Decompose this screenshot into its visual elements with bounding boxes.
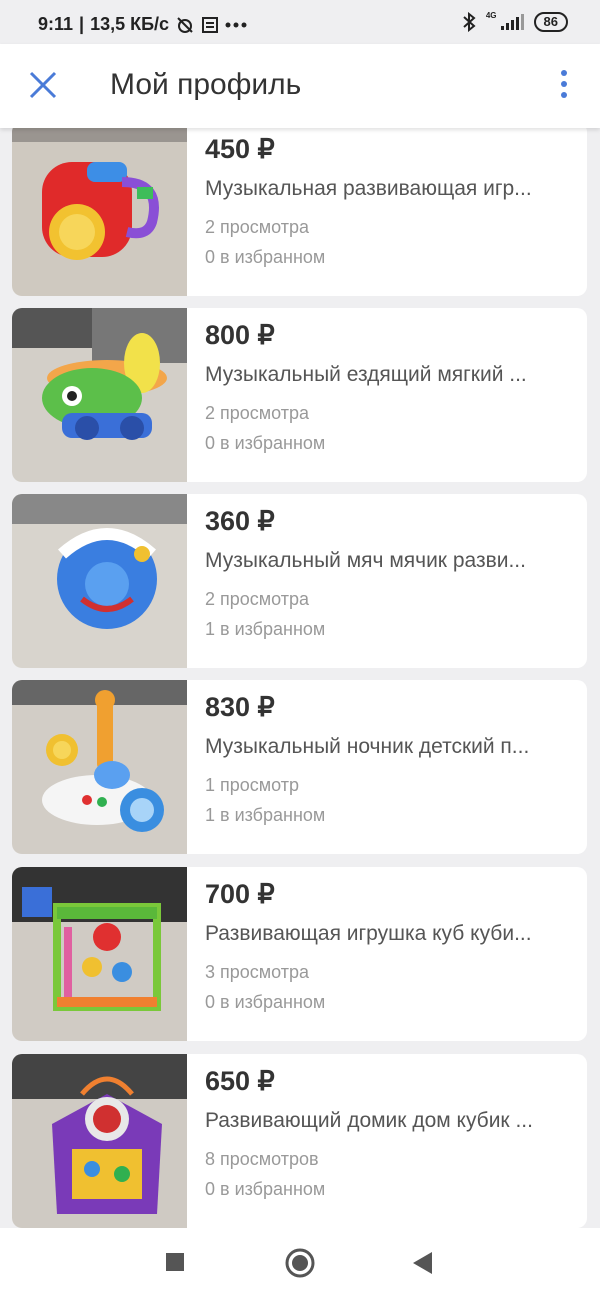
listing-photo	[12, 308, 187, 482]
listing-favorites: 0 в избранном	[205, 433, 326, 453]
listing-photo	[12, 494, 187, 668]
page-title: Мой профиль	[110, 68, 302, 101]
listing-photo	[12, 867, 187, 1041]
circle-icon	[285, 1248, 315, 1278]
listing-title: Музыкальный ездящий мягкий ...	[205, 363, 527, 386]
status-right: 4G 86	[462, 12, 568, 32]
listing-price: 700 ₽	[205, 879, 275, 909]
listing-views: 2 просмотра	[205, 217, 310, 237]
status-time: 9:11	[38, 14, 74, 34]
listing-favorites: 0 в избранном	[205, 992, 326, 1012]
listings-list[interactable]: 450 ₽ Музыкальная развивающая игр... 2 п…	[0, 128, 600, 1228]
listing-photo	[12, 1054, 187, 1228]
listing-card[interactable]: 800 ₽ Музыкальный ездящий мягкий ... 2 п…	[12, 308, 587, 482]
listing-card[interactable]: 830 ₽ Музыкальный ночник детский п... 1 …	[12, 680, 587, 854]
more-options-button[interactable]	[552, 68, 576, 104]
recents-button[interactable]	[163, 1250, 187, 1279]
listing-favorites: 1 в избранном	[205, 619, 326, 639]
status-separator: |	[79, 14, 85, 34]
listing-favorites: 1 в избранном	[205, 805, 326, 825]
status-net-speed: 13,5 КБ/с	[90, 14, 170, 34]
listing-title: Развивающий домик дом кубик ...	[205, 1109, 533, 1132]
signal-icon	[500, 14, 524, 30]
square-icon	[166, 1253, 184, 1271]
listing-views: 2 просмотра	[205, 589, 310, 609]
bluetooth-icon	[463, 12, 476, 32]
network-type: 4G	[485, 11, 497, 20]
status-left: 9:11 | 13,5 КБ/с	[38, 14, 247, 35]
close-button[interactable]	[26, 68, 60, 102]
listing-title: Музыкальный мяч мячик разви...	[205, 549, 526, 572]
listing-photo	[12, 680, 187, 854]
back-button[interactable]	[410, 1250, 434, 1281]
news-icon	[202, 16, 219, 33]
listing-views: 2 просмотра	[205, 403, 310, 423]
listing-views: 3 просмотра	[205, 962, 310, 982]
listing-price: 450 ₽	[205, 134, 275, 164]
listing-views: 8 просмотров	[205, 1149, 319, 1169]
listing-price: 800 ₽	[205, 320, 275, 350]
listing-price: 830 ₽	[205, 692, 275, 722]
app-bar: Мой профиль	[0, 44, 600, 128]
battery-indicator: 86	[533, 12, 568, 32]
close-icon	[29, 71, 57, 99]
listing-card[interactable]: 360 ₽ Музыкальный мяч мячик разви... 2 п…	[12, 494, 587, 668]
triangle-back-icon	[413, 1252, 432, 1274]
listing-title: Музыкальная развивающая игр...	[205, 177, 532, 200]
more-vert-icon	[561, 70, 567, 98]
system-nav-bar	[0, 1228, 600, 1299]
listing-photo	[12, 128, 187, 296]
listing-card[interactable]: 650 ₽ Развивающий домик дом кубик ... 8 …	[12, 1054, 587, 1228]
listing-price: 360 ₽	[205, 506, 275, 536]
listing-price: 650 ₽	[205, 1066, 275, 1096]
listing-card[interactable]: 700 ₽ Развивающая игрушка куб куби... 3 …	[12, 867, 587, 1041]
listing-card[interactable]: 450 ₽ Музыкальная развивающая игр... 2 п…	[12, 128, 587, 296]
listing-favorites: 0 в избранном	[205, 1179, 326, 1199]
alarm-off-icon	[177, 16, 193, 33]
listing-favorites: 0 в избранном	[205, 247, 326, 267]
listing-views: 1 просмотр	[205, 775, 300, 795]
more-notifications-icon	[225, 22, 247, 27]
home-button[interactable]	[284, 1247, 316, 1284]
status-bar: 9:11 | 13,5 КБ/с 4G 86	[0, 0, 600, 44]
listing-title: Музыкальный ночник детский п...	[205, 735, 530, 758]
listing-title: Развивающая игрушка куб куби...	[205, 922, 532, 945]
